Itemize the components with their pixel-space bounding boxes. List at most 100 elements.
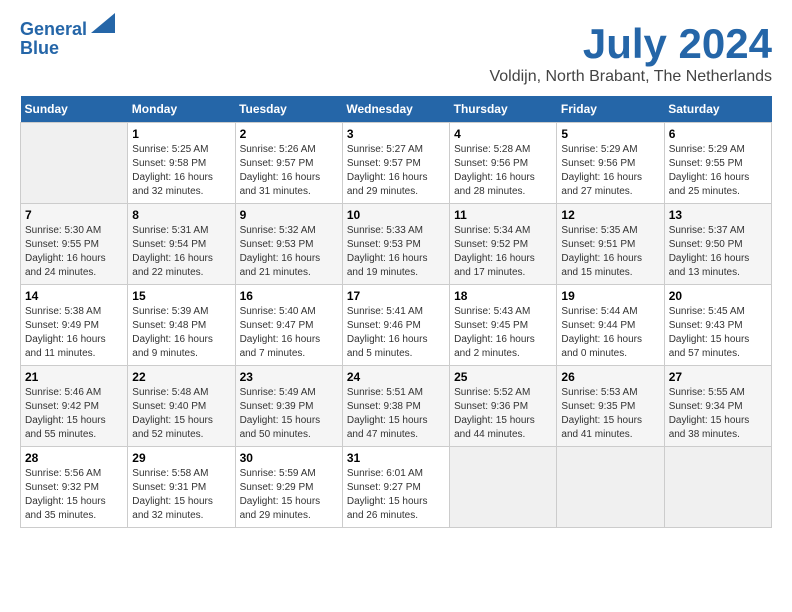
day-number: 2 xyxy=(240,127,338,141)
day-number: 9 xyxy=(240,208,338,222)
calendar-cell: 10 Sunrise: 5:33 AMSunset: 9:53 PMDayligh… xyxy=(342,204,449,285)
calendar-week-1: 1Sunrise: 5:25 AMSunset: 9:58 PMDaylight… xyxy=(21,123,772,204)
calendar-header-thursday: Thursday xyxy=(450,96,557,123)
calendar-cell xyxy=(450,447,557,528)
calendar-cell: 17 Sunrise: 5:41 AMSunset: 9:46 PMDayligh… xyxy=(342,285,449,366)
day-number: 10 xyxy=(347,208,445,222)
title-block: July 2024 Voldijn, North Brabant, The Ne… xyxy=(489,20,772,86)
calendar-header-wednesday: Wednesday xyxy=(342,96,449,123)
calendar-cell: 25 Sunrise: 5:52 AMSunset: 9:36 PMDayligh… xyxy=(450,366,557,447)
calendar-cell: 7 Sunrise: 5:30 AMSunset: 9:55 PMDaylight… xyxy=(21,204,128,285)
calendar-cell: 22 Sunrise: 5:48 AMSunset: 9:40 PMDayligh… xyxy=(128,366,235,447)
calendar-header-saturday: Saturday xyxy=(664,96,771,123)
calendar-week-2: 7 Sunrise: 5:30 AMSunset: 9:55 PMDaylight… xyxy=(21,204,772,285)
calendar-cell: 30 Sunrise: 5:59 AMSunset: 9:29 PMDayligh… xyxy=(235,447,342,528)
calendar-cell: 19 Sunrise: 5:44 AMSunset: 9:44 PMDayligh… xyxy=(557,285,664,366)
calendar-cell: 8Sunrise: 5:31 AMSunset: 9:54 PMDaylight… xyxy=(128,204,235,285)
day-info: Sunrise: 5:52 AMSunset: 9:36 PMDaylight:… xyxy=(454,386,552,442)
day-number: 1 xyxy=(132,127,230,141)
calendar-cell: 23 Sunrise: 5:49 AMSunset: 9:39 PMDayligh… xyxy=(235,366,342,447)
day-info: Sunrise: 5:46 AMSunset: 9:42 PMDaylight:… xyxy=(25,386,123,442)
day-info: Sunrise: 5:28 AMSunset: 9:56 PMDaylight:… xyxy=(454,143,552,199)
day-number: 16 xyxy=(240,289,338,303)
day-number: 26 xyxy=(561,370,659,384)
calendar-cell: 27 Sunrise: 5:55 AMSunset: 9:34 PMDayligh… xyxy=(664,366,771,447)
calendar-cell: 3Sunrise: 5:27 AMSunset: 9:57 PMDaylight… xyxy=(342,123,449,204)
day-info: Sunrise: 5:33 AMSunset: 9:53 PMDaylight:… xyxy=(347,224,445,280)
calendar-week-4: 21 Sunrise: 5:46 AMSunset: 9:42 PMDayligh… xyxy=(21,366,772,447)
logo: General Blue xyxy=(20,20,115,59)
calendar-cell: 18 Sunrise: 5:43 AMSunset: 9:45 PMDayligh… xyxy=(450,285,557,366)
day-info: Sunrise: 5:53 AMSunset: 9:35 PMDaylight:… xyxy=(561,386,659,442)
calendar-cell: 15 Sunrise: 5:39 AMSunset: 9:48 PMDayligh… xyxy=(128,285,235,366)
day-info: Sunrise: 5:29 AMSunset: 9:55 PMDaylight:… xyxy=(669,143,767,199)
day-number: 22 xyxy=(132,370,230,384)
day-info: Sunrise: 5:40 AMSunset: 9:47 PMDaylight:… xyxy=(240,305,338,361)
day-number: 21 xyxy=(25,370,123,384)
calendar-cell: 26 Sunrise: 5:53 AMSunset: 9:35 PMDayligh… xyxy=(557,366,664,447)
day-info: Sunrise: 5:44 AMSunset: 9:44 PMDaylight:… xyxy=(561,305,659,361)
day-number: 29 xyxy=(132,451,230,465)
day-number: 11 xyxy=(454,208,552,222)
calendar-cell xyxy=(21,123,128,204)
day-number: 6 xyxy=(669,127,767,141)
calendar-cell: 5Sunrise: 5:29 AMSunset: 9:56 PMDaylight… xyxy=(557,123,664,204)
calendar-cell: 11 Sunrise: 5:34 AMSunset: 9:52 PMDayligh… xyxy=(450,204,557,285)
day-info: Sunrise: 5:31 AMSunset: 9:54 PMDaylight:… xyxy=(132,224,230,280)
location: Voldijn, North Brabant, The Netherlands xyxy=(489,68,772,86)
calendar-cell: 14Sunrise: 5:38 AMSunset: 9:49 PMDayligh… xyxy=(21,285,128,366)
calendar-week-3: 14Sunrise: 5:38 AMSunset: 9:49 PMDayligh… xyxy=(21,285,772,366)
day-info: Sunrise: 5:34 AMSunset: 9:52 PMDaylight:… xyxy=(454,224,552,280)
calendar-cell: 2 Sunrise: 5:26 AMSunset: 9:57 PMDaylight… xyxy=(235,123,342,204)
calendar-cell: 13Sunrise: 5:37 AMSunset: 9:50 PMDayligh… xyxy=(664,204,771,285)
day-number: 23 xyxy=(240,370,338,384)
day-number: 7 xyxy=(25,208,123,222)
calendar-cell: 20Sunrise: 5:45 AMSunset: 9:43 PMDayligh… xyxy=(664,285,771,366)
month-title: July 2024 xyxy=(489,20,772,68)
day-number: 25 xyxy=(454,370,552,384)
calendar-header-monday: Monday xyxy=(128,96,235,123)
calendar-cell: 4Sunrise: 5:28 AMSunset: 9:56 PMDaylight… xyxy=(450,123,557,204)
page-header: General Blue July 2024 Voldijn, North Br… xyxy=(20,20,772,86)
day-info: Sunrise: 5:59 AMSunset: 9:29 PMDaylight:… xyxy=(240,467,338,523)
day-number: 30 xyxy=(240,451,338,465)
day-info: Sunrise: 5:26 AMSunset: 9:57 PMDaylight:… xyxy=(240,143,338,199)
day-info: Sunrise: 5:43 AMSunset: 9:45 PMDaylight:… xyxy=(454,305,552,361)
day-info: Sunrise: 5:49 AMSunset: 9:39 PMDaylight:… xyxy=(240,386,338,442)
day-info: Sunrise: 5:56 AMSunset: 9:32 PMDaylight:… xyxy=(25,467,123,523)
calendar-table: SundayMondayTuesdayWednesdayThursdayFrid… xyxy=(20,96,772,528)
day-info: Sunrise: 6:01 AMSunset: 9:27 PMDaylight:… xyxy=(347,467,445,523)
day-number: 27 xyxy=(669,370,767,384)
day-number: 18 xyxy=(454,289,552,303)
day-number: 28 xyxy=(25,451,123,465)
day-info: Sunrise: 5:39 AMSunset: 9:48 PMDaylight:… xyxy=(132,305,230,361)
day-number: 15 xyxy=(132,289,230,303)
calendar-header-friday: Friday xyxy=(557,96,664,123)
calendar-header-row: SundayMondayTuesdayWednesdayThursdayFrid… xyxy=(21,96,772,123)
day-info: Sunrise: 5:51 AMSunset: 9:38 PMDaylight:… xyxy=(347,386,445,442)
calendar-cell: 1Sunrise: 5:25 AMSunset: 9:58 PMDaylight… xyxy=(128,123,235,204)
day-info: Sunrise: 5:41 AMSunset: 9:46 PMDaylight:… xyxy=(347,305,445,361)
logo-triangle-icon xyxy=(91,13,115,33)
day-number: 17 xyxy=(347,289,445,303)
day-number: 31 xyxy=(347,451,445,465)
day-number: 13 xyxy=(669,208,767,222)
day-info: Sunrise: 5:35 AMSunset: 9:51 PMDaylight:… xyxy=(561,224,659,280)
day-info: Sunrise: 5:30 AMSunset: 9:55 PMDaylight:… xyxy=(25,224,123,280)
calendar-header-sunday: Sunday xyxy=(21,96,128,123)
calendar-cell: 24 Sunrise: 5:51 AMSunset: 9:38 PMDayligh… xyxy=(342,366,449,447)
calendar-header-tuesday: Tuesday xyxy=(235,96,342,123)
day-info: Sunrise: 5:58 AMSunset: 9:31 PMDaylight:… xyxy=(132,467,230,523)
logo-blue: Blue xyxy=(20,38,59,59)
calendar-cell: 28 Sunrise: 5:56 AMSunset: 9:32 PMDayligh… xyxy=(21,447,128,528)
day-number: 19 xyxy=(561,289,659,303)
day-info: Sunrise: 5:27 AMSunset: 9:57 PMDaylight:… xyxy=(347,143,445,199)
day-info: Sunrise: 5:48 AMSunset: 9:40 PMDaylight:… xyxy=(132,386,230,442)
day-info: Sunrise: 5:32 AMSunset: 9:53 PMDaylight:… xyxy=(240,224,338,280)
day-info: Sunrise: 5:55 AMSunset: 9:34 PMDaylight:… xyxy=(669,386,767,442)
calendar-cell: 21 Sunrise: 5:46 AMSunset: 9:42 PMDayligh… xyxy=(21,366,128,447)
day-info: Sunrise: 5:38 AMSunset: 9:49 PMDaylight:… xyxy=(25,305,123,361)
calendar-week-5: 28 Sunrise: 5:56 AMSunset: 9:32 PMDayligh… xyxy=(21,447,772,528)
day-number: 24 xyxy=(347,370,445,384)
calendar-cell xyxy=(557,447,664,528)
